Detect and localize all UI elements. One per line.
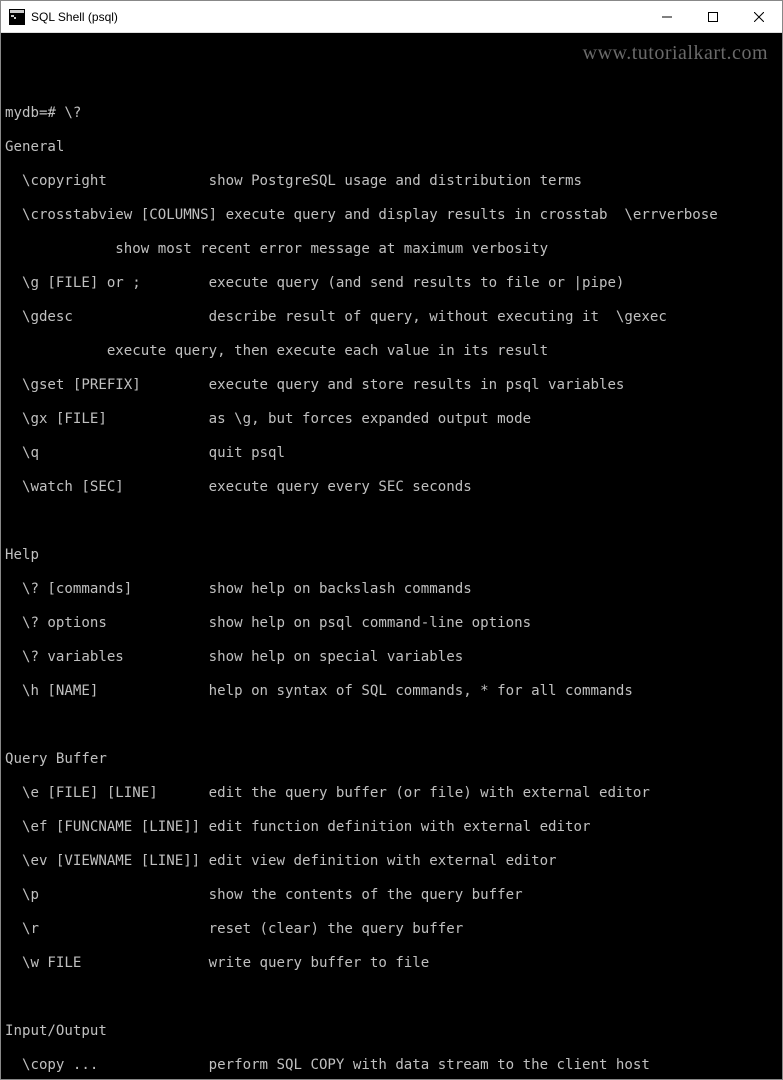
help-line: \r reset (clear) the query buffer: [5, 921, 782, 938]
help-line: show most recent error message at maximu…: [5, 241, 782, 258]
help-line: \gx [FILE] as \g, but forces expanded ou…: [5, 411, 782, 428]
watermark: www.tutorialkart.com: [583, 45, 768, 62]
help-line: \copy ... perform SQL COPY with data str…: [5, 1057, 782, 1074]
help-line: \h [NAME] help on syntax of SQL commands…: [5, 683, 782, 700]
help-line: \ev [VIEWNAME [LINE]] edit view definiti…: [5, 853, 782, 870]
help-line: \? variables show help on special variab…: [5, 649, 782, 666]
app-window: SQL Shell (psql) www.tutorialkart.com my…: [0, 0, 783, 1080]
help-line: \ef [FUNCNAME [LINE]] edit function defi…: [5, 819, 782, 836]
help-line: \copyright show PostgreSQL usage and dis…: [5, 173, 782, 190]
blank-line: [5, 513, 782, 530]
titlebar: SQL Shell (psql): [1, 1, 782, 33]
maximize-button[interactable]: [690, 1, 736, 32]
blank-line: [5, 71, 782, 88]
help-line: \? options show help on psql command-lin…: [5, 615, 782, 632]
help-line: \q quit psql: [5, 445, 782, 462]
section-header: Input/Output: [5, 1023, 782, 1040]
help-line: \watch [SEC] execute query every SEC sec…: [5, 479, 782, 496]
help-line: \gset [PREFIX] execute query and store r…: [5, 377, 782, 394]
app-icon: [9, 9, 25, 25]
minimize-button[interactable]: [644, 1, 690, 32]
blank-line: [5, 989, 782, 1006]
prompt-line: mydb=# \?: [5, 105, 782, 122]
help-line: \g [FILE] or ; execute query (and send r…: [5, 275, 782, 292]
help-line: \e [FILE] [LINE] edit the query buffer (…: [5, 785, 782, 802]
section-header: Query Buffer: [5, 751, 782, 768]
window-controls: [644, 1, 782, 32]
section-header: General: [5, 139, 782, 156]
blank-line: [5, 717, 782, 734]
help-line: \p show the contents of the query buffer: [5, 887, 782, 904]
help-line: execute query, then execute each value i…: [5, 343, 782, 360]
window-title: SQL Shell (psql): [31, 10, 644, 24]
help-line: \gdesc describe result of query, without…: [5, 309, 782, 326]
help-line: \crosstabview [COLUMNS] execute query an…: [5, 207, 782, 224]
close-button[interactable]: [736, 1, 782, 32]
help-line: \w FILE write query buffer to file: [5, 955, 782, 972]
section-header: Help: [5, 547, 782, 564]
terminal-output[interactable]: www.tutorialkart.com mydb=# \? General \…: [1, 33, 782, 1079]
help-line: \? [commands] show help on backslash com…: [5, 581, 782, 598]
